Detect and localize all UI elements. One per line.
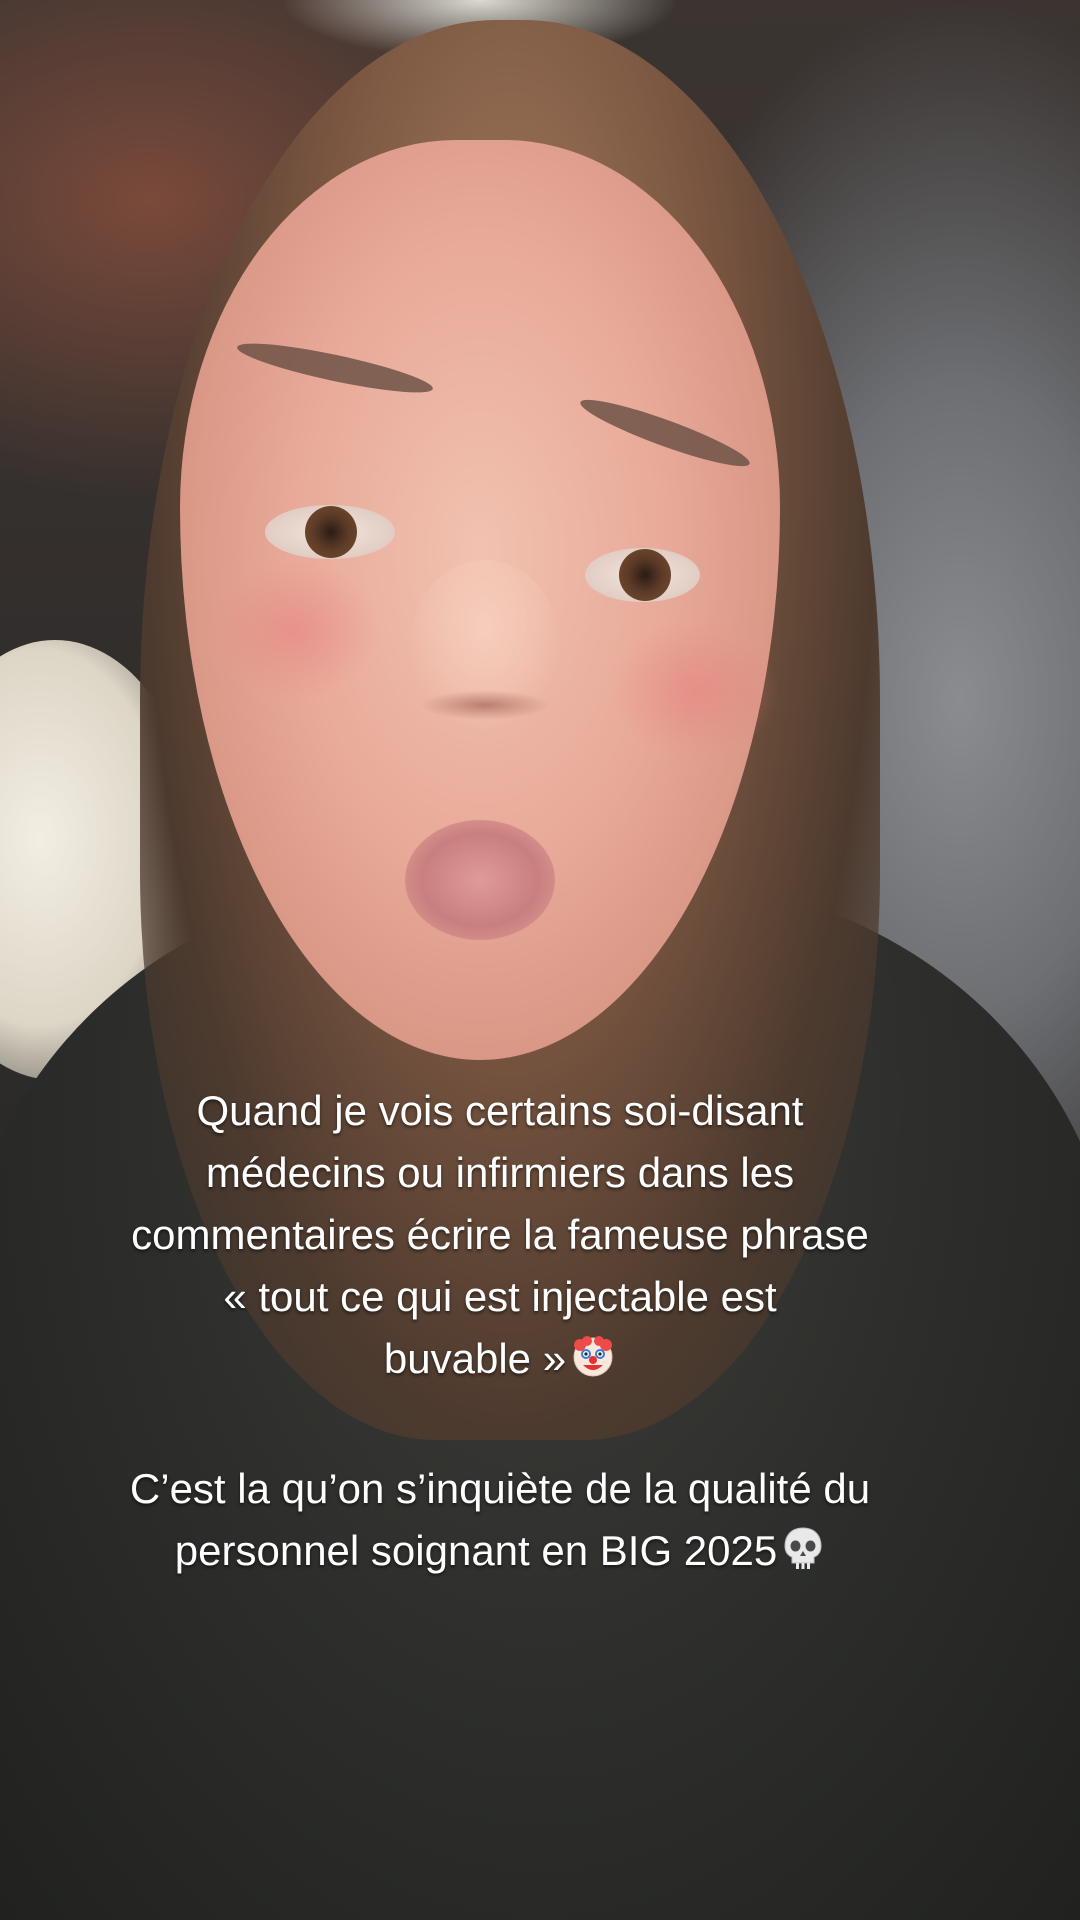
- caption-line: médecins ou infirmiers dans les: [205, 1149, 795, 1196]
- caption-overlay: Quand je vois certains soi-disant médeci…: [30, 1080, 970, 1588]
- caption-line: buvable »: [383, 1335, 567, 1382]
- caption-line: Quand je vois certains soi-disant: [196, 1087, 804, 1134]
- left-cheek: [210, 560, 380, 700]
- left-eye: [265, 505, 395, 559]
- caption-line-with-emoji: buvable »: [30, 1328, 970, 1396]
- caption-line: commentaires écrire la fameuse phrase: [131, 1211, 869, 1258]
- caption-line: C’est la qu’on s’inquiète de la qualité …: [129, 1465, 871, 1512]
- video-frame: Quand je vois certains soi-disant médeci…: [0, 0, 1080, 1920]
- right-eye: [585, 548, 700, 602]
- lips: [405, 820, 555, 940]
- nostrils: [420, 690, 550, 720]
- skull-icon: [781, 1525, 825, 1588]
- caption-line-with-emoji: personnel soignant en BIG 2025: [30, 1520, 970, 1588]
- caption-line: « tout ce qui est injectable est: [223, 1273, 777, 1320]
- caption-line: personnel soignant en BIG 2025: [174, 1527, 778, 1574]
- clown-face-icon: [570, 1333, 616, 1396]
- right-cheek: [610, 620, 780, 760]
